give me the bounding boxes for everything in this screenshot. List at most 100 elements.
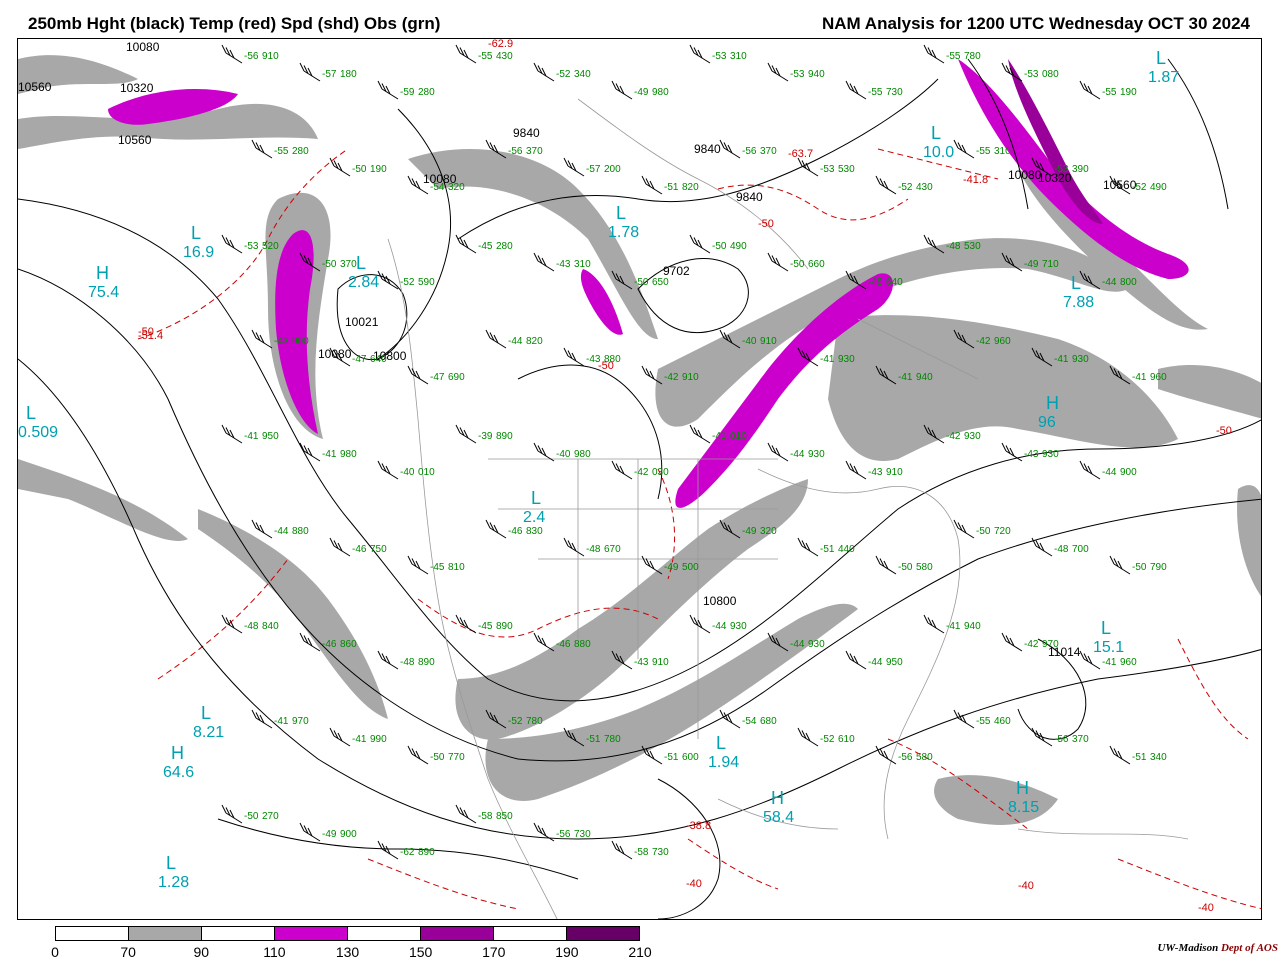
observation-height: 970	[292, 716, 309, 727]
observation-station: -45 810	[407, 555, 465, 575]
observation-station: -58 730	[611, 840, 669, 860]
height-label: 10080	[318, 347, 352, 361]
observation-temperature: -53	[820, 164, 835, 175]
observation-height: 460	[994, 716, 1011, 727]
wind-barb-flag	[377, 650, 383, 660]
center-value: 96	[1038, 414, 1056, 431]
wind-barb-flag	[485, 329, 491, 339]
wind-barb-flag	[689, 614, 695, 624]
observation-temperature: -50	[712, 241, 727, 252]
wind-barb-flag	[455, 614, 461, 624]
observation-temperature: -42	[664, 372, 679, 383]
observation-station: -48 700	[1031, 537, 1089, 557]
observation-station: -48 890	[377, 650, 435, 670]
observation-station: -43 930	[1001, 442, 1059, 462]
observation-station: -53 310	[689, 44, 747, 64]
observation-station: -43 880	[563, 347, 621, 367]
wind-barb-flag	[377, 80, 383, 90]
wind-barb-flag	[563, 347, 569, 357]
center-letter: L	[931, 123, 941, 143]
observation-station: -49 980	[611, 80, 669, 100]
legend-tick-label: 130	[335, 944, 360, 960]
observation-temperature: -44	[508, 336, 523, 347]
observation-temperature: -48	[244, 621, 259, 632]
legend-swatch	[202, 927, 275, 940]
observation-height: 930	[808, 639, 825, 650]
height-label: 10320	[120, 81, 154, 95]
wind-barb-flag	[221, 44, 227, 54]
center-value: 15.1	[1093, 639, 1124, 656]
observation-temperature: -50	[430, 752, 445, 763]
observation-station: -49 900	[299, 822, 357, 842]
observation-station: -46 750	[329, 537, 387, 557]
center-value: 1.94	[708, 754, 739, 771]
legend-swatch	[348, 927, 421, 940]
wind-barb-flag	[299, 632, 305, 642]
observation-height: 490	[730, 241, 747, 252]
observation-station: -56 370	[719, 139, 777, 159]
observation-height: 280	[418, 87, 435, 98]
observation-height: 430	[496, 51, 513, 62]
observation-temperature: -53	[1054, 164, 1069, 175]
observation-temperature: -40	[400, 467, 415, 478]
observation-height: 340	[1150, 752, 1167, 763]
observation-height: 280	[496, 241, 513, 252]
observation-height: 810	[448, 562, 465, 573]
observation-temperature: -44	[712, 621, 727, 632]
observation-temperature: -43	[586, 354, 601, 365]
observation-height: 370	[1072, 734, 1089, 745]
center-value: 2.4	[523, 509, 545, 526]
observation-station: -42 970	[1001, 632, 1059, 652]
observation-temperature: -52	[508, 716, 523, 727]
height-label: 10080	[1008, 168, 1042, 182]
observation-station: -55 460	[953, 709, 1011, 729]
observation-temperature: -52	[898, 182, 913, 193]
observation-station: -50 190	[329, 157, 387, 177]
observation-height: 520	[262, 241, 279, 252]
observation-temperature: -50	[898, 562, 913, 573]
observation-height: 430	[916, 182, 933, 193]
observation-height: 590	[418, 277, 435, 288]
observation-height: 980	[574, 449, 591, 460]
observation-temperature: -43	[1024, 449, 1039, 460]
wind-barb-flag	[797, 537, 803, 547]
observation-height: 940	[964, 621, 981, 632]
observation-temperature: -51	[820, 544, 835, 555]
temperature-label: -62.9	[488, 39, 513, 50]
wind-barb-flag	[845, 80, 851, 90]
observation-station: -45 280	[455, 234, 513, 254]
observation-temperature: -45	[478, 241, 493, 252]
credit-dept: Dept of AOS	[1220, 942, 1278, 954]
observation-temperature: -48	[946, 241, 961, 252]
observation-temperature: -50	[790, 259, 805, 270]
observation-temperature: -45	[430, 562, 445, 573]
observation-height: 640	[886, 277, 903, 288]
wind-barb-flag	[1001, 62, 1007, 72]
observation-height: 180	[340, 69, 357, 80]
observation-station: -50 580	[875, 555, 933, 575]
observation-height: 890	[418, 847, 435, 858]
center-value: 16.9	[183, 244, 214, 261]
observation-temperature: -45	[478, 621, 493, 632]
observation-height: 910	[682, 372, 699, 383]
wind-barb-flag	[923, 44, 929, 54]
observation-height: 950	[886, 657, 903, 668]
observation-temperature: -54	[742, 716, 757, 727]
wind-barb-flag	[455, 234, 461, 244]
observation-temperature: -55	[868, 87, 883, 98]
center-letter: L	[1071, 273, 1081, 293]
height-label: 10560	[18, 80, 52, 94]
observation-temperature: -44	[1102, 277, 1117, 288]
center-value: 64.6	[163, 764, 194, 781]
observation-height: 880	[574, 639, 591, 650]
wind-barb-flag	[533, 252, 539, 262]
legend-tick-label: 150	[408, 944, 433, 960]
wind-barb-flag	[953, 709, 959, 719]
observation-temperature: -41	[352, 734, 367, 745]
center-letter: L	[201, 703, 211, 723]
wind-barb-flag	[329, 537, 335, 547]
observation-station: -55 190	[1079, 80, 1137, 100]
wind-barb-flag	[875, 175, 881, 185]
wind-barb-flag	[377, 460, 383, 470]
wind-barb-flag	[407, 745, 413, 755]
